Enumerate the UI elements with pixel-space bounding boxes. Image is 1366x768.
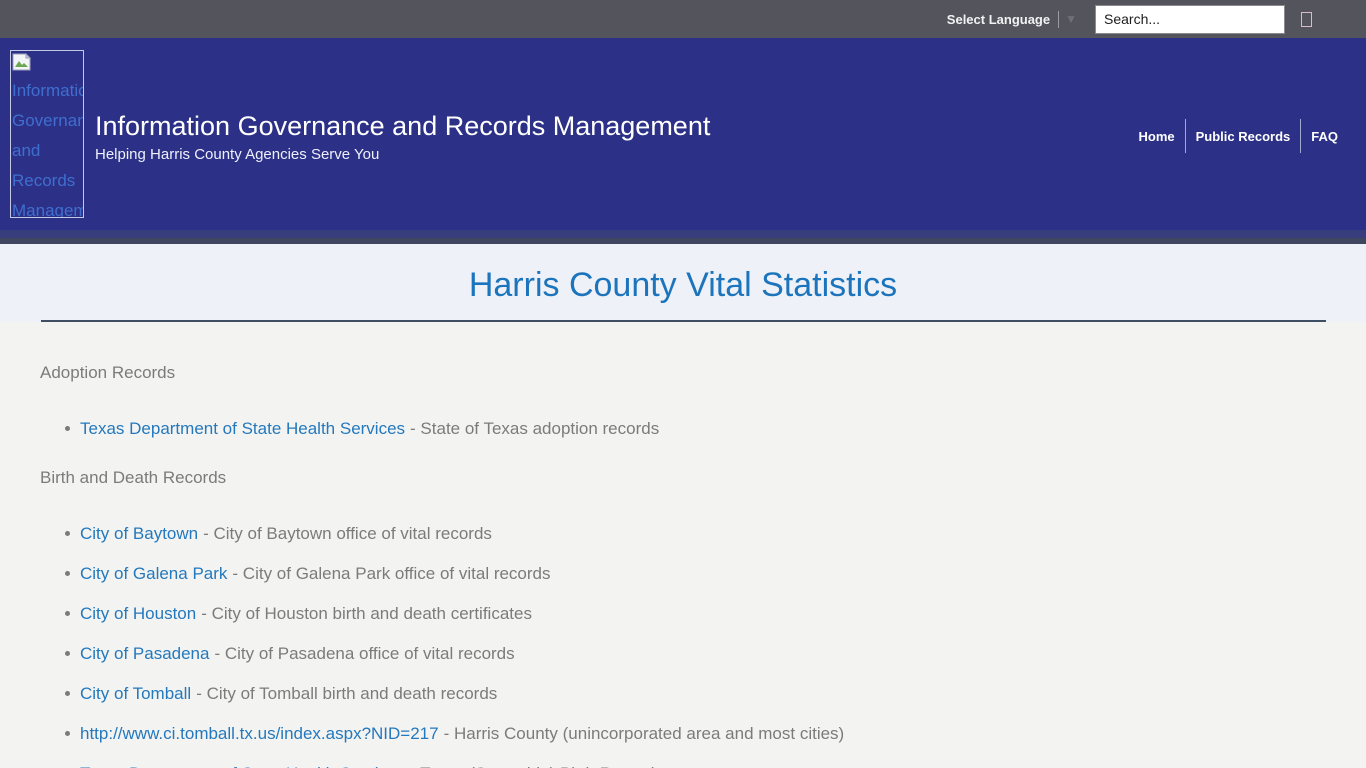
- record-link[interactable]: City of Baytown: [80, 524, 198, 543]
- nav-item-home[interactable]: Home: [1129, 129, 1185, 144]
- logo-alt-text: Information Governance and Records Manag…: [12, 76, 82, 218]
- language-divider: [1058, 11, 1059, 28]
- topbar: Select Language ▼: [0, 0, 1366, 38]
- record-link[interactable]: City of Pasadena: [80, 644, 209, 663]
- main-content: Adoption Records Texas Department of Sta…: [0, 362, 1366, 768]
- nav-item-faq[interactable]: FAQ: [1301, 129, 1348, 144]
- record-description: - State of Texas adoption records: [410, 419, 659, 438]
- list-item: http://www.ci.tomball.tx.us/index.aspx?N…: [80, 723, 1326, 744]
- adoption-records-list: Texas Department of State Health Service…: [40, 418, 1326, 439]
- record-link[interactable]: http://www.ci.tomball.tx.us/index.aspx?N…: [80, 724, 439, 743]
- record-link[interactable]: City of Tomball: [80, 684, 191, 703]
- site-title: Information Governance and Records Manag…: [95, 110, 710, 142]
- record-description: - City of Galena Park office of vital re…: [232, 564, 550, 583]
- search-input[interactable]: [1095, 5, 1285, 34]
- section-heading-adoption-records: Adoption Records: [40, 362, 1326, 384]
- language-selector[interactable]: Select Language ▼: [947, 11, 1077, 28]
- list-item: Texas Department of State Health Service…: [80, 763, 1326, 768]
- record-description: - City of Baytown office of vital record…: [203, 524, 492, 543]
- list-item: Texas Department of State Health Service…: [80, 418, 1326, 439]
- record-description: - City of Tomball birth and death record…: [196, 684, 497, 703]
- title-block: Information Governance and Records Manag…: [95, 110, 710, 163]
- list-item: City of Tomball - City of Tomball birth a…: [80, 683, 1326, 704]
- record-description: - Texas (Statewide) Birth Records: [410, 764, 663, 768]
- search-icon[interactable]: [1301, 12, 1312, 27]
- chevron-down-icon[interactable]: ▼: [1065, 13, 1077, 25]
- main-nav: Home Public Records FAQ: [1129, 119, 1349, 153]
- birth-death-records-list: City of Baytown - City of Baytown office …: [40, 523, 1326, 768]
- list-item: City of Galena Park - City of Galena Park…: [80, 563, 1326, 584]
- record-link[interactable]: City of Galena Park: [80, 564, 227, 583]
- section-heading-birth-death-records: Birth and Death Records: [40, 467, 1326, 489]
- record-link[interactable]: Texas Department of State Health Service…: [80, 419, 405, 438]
- nav-item-public-records[interactable]: Public Records: [1186, 129, 1301, 144]
- site-logo[interactable]: Information Governance and Records Manag…: [10, 50, 84, 218]
- title-divider: [41, 320, 1326, 322]
- list-item: City of Houston - City of Houston birth a…: [80, 603, 1326, 624]
- record-link[interactable]: Texas Department of State Health Service…: [80, 764, 405, 768]
- record-description: - City of Pasadena office of vital recor…: [214, 644, 514, 663]
- page-title: Harris County Vital Statistics: [0, 262, 1366, 308]
- record-link[interactable]: City of Houston: [80, 604, 196, 623]
- language-selector-label: Select Language: [947, 12, 1050, 27]
- list-item: City of Pasadena - City of Pasadena offic…: [80, 643, 1326, 664]
- site-header: Information Governance and Records Manag…: [0, 38, 1366, 230]
- record-description: - Harris County (unincorporated area and…: [444, 724, 845, 743]
- record-description: - City of Houston birth and death certif…: [201, 604, 532, 623]
- list-item: City of Baytown - City of Baytown office …: [80, 523, 1326, 544]
- nav-separator: [1185, 119, 1186, 153]
- nav-separator: [1300, 119, 1301, 153]
- site-tagline: Helping Harris County Agencies Serve You: [95, 146, 710, 163]
- page-title-section: Harris County Vital Statistics: [0, 244, 1366, 322]
- header-band: [0, 230, 1366, 238]
- broken-image-icon: [12, 53, 32, 71]
